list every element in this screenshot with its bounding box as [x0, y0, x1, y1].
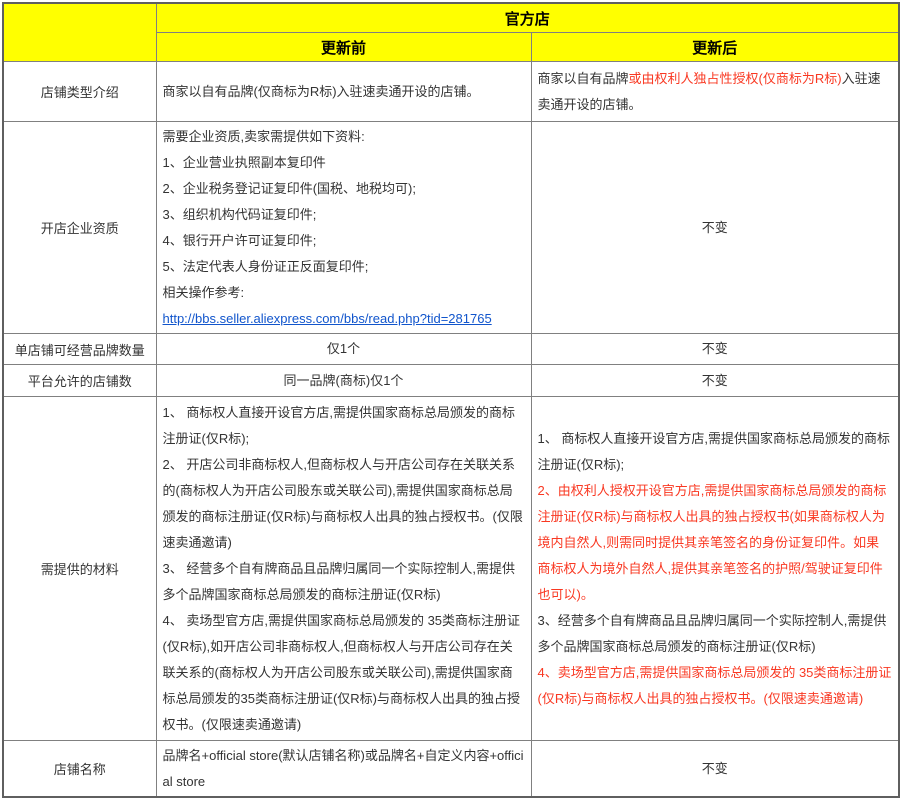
- row-label: 平台允许的店铺数: [2, 364, 157, 397]
- store-policy-table: 官方店 更新前 更新后 店铺类型介绍 商家以自有品牌(仅商标为R标)入驻速卖通开设…: [2, 2, 900, 798]
- cell-after: 不变: [530, 740, 900, 798]
- comparison-table: 官方店 更新前 更新后 店铺类型介绍 商家以自有品牌(仅商标为R标)入驻速卖通开设…: [0, 0, 900, 800]
- cell-text: 商家以自有品牌: [537, 70, 629, 86]
- cell-text: 1、 商标权人直接开设官方店,需提供国家商标总局颁发的商标注册证(仅R标);: [162, 404, 515, 446]
- cell-after: 商家以自有品牌或由权利人独占性授权(仅商标为R标)入驻速卖通开设的店铺。: [530, 61, 900, 122]
- cell-after: 不变: [530, 364, 900, 397]
- cell-text: 2、 开店公司非商标权人,但商标权人与开店公司存在关联关系的(商标权人为开店公司…: [162, 456, 523, 550]
- header-row-title: 官方店: [2, 2, 900, 62]
- changed-text: 2、由权利人授权开设官方店,需提供国家商标总局颁发的商标注册证(仅R标)与商标权…: [537, 482, 887, 602]
- cell-text: 品牌名+official store(默认店铺名称)或品牌名+自定义内容+off…: [162, 747, 524, 789]
- cell-text: 不变: [701, 219, 728, 235]
- table-row: 平台允许的店铺数 同一品牌(商标)仅1个 不变: [2, 364, 900, 397]
- table-row: 店铺类型介绍 商家以自有品牌(仅商标为R标)入驻速卖通开设的店铺。 商家以自有品牌或…: [2, 61, 900, 122]
- cell-before: 同一品牌(商标)仅1个: [155, 364, 532, 397]
- cell-text: 3、组织机构代码证复印件;: [162, 206, 317, 222]
- cell-before: 商家以自有品牌(仅商标为R标)入驻速卖通开设的店铺。: [155, 61, 532, 122]
- row-label: 店铺名称: [2, 740, 157, 798]
- cell-text: 商家以自有品牌(仅商标为R标)入驻速卖通开设的店铺。: [162, 83, 480, 99]
- cell-text: 3、经营多个自有牌商品且品牌归属同一个实际控制人,需提供多个品牌国家商标总局颁发…: [537, 612, 887, 654]
- changed-text: 或由权利人独占性授权(仅商标为R标): [628, 70, 842, 86]
- cell-text: 5、法定代表人身份证正反面复印件;: [162, 258, 369, 274]
- row-label: 需提供的材料: [2, 396, 157, 741]
- cell-text: 3、 经营多个自有牌商品且品牌归属同一个实际控制人,需提供多个品牌国家商标总局颁…: [162, 560, 515, 602]
- cell-text: 2、企业税务登记证复印件(国税、地税均可);: [162, 180, 417, 196]
- cell-before: 仅1个: [155, 333, 532, 365]
- cell-after: 不变: [530, 333, 900, 365]
- cell-text: 需要企业资质,卖家需提供如下资料:: [162, 128, 365, 144]
- aliexpress-bbs-link[interactable]: http://bbs.seller.aliexpress.com/bbs/rea…: [163, 311, 492, 326]
- table-row: 需提供的材料 1、 商标权人直接开设官方店,需提供国家商标总局颁发的商标注册证(仅…: [2, 396, 900, 741]
- cell-text: 4、 卖场型官方店,需提供国家商标总局颁发的 35类商标注册证(仅R标),如开店…: [162, 612, 521, 732]
- cell-text: 相关操作参考:: [162, 284, 245, 300]
- cell-before: 1、 商标权人直接开设官方店,需提供国家商标总局颁发的商标注册证(仅R标); 2、…: [155, 396, 532, 741]
- row-label: 店铺类型介绍: [2, 61, 157, 122]
- cell-text: 4、银行开户许可证复印件;: [162, 232, 317, 248]
- col-header-before: 更新前: [155, 32, 532, 62]
- cell-before: 需要企业资质,卖家需提供如下资料: 1、企业营业执照副本复印件 2、企业税务登记证复…: [155, 121, 532, 334]
- table-row: 单店铺可经营品牌数量 仅1个 不变: [2, 333, 900, 365]
- row-label: 单店铺可经营品牌数量: [2, 333, 157, 365]
- table-row: 店铺名称 品牌名+official store(默认店铺名称)或品牌名+自定义内容…: [2, 740, 900, 798]
- table-title: 官方店: [155, 2, 900, 33]
- col-header-after: 更新后: [530, 32, 900, 62]
- corner-cell: [2, 2, 157, 62]
- table-row: 开店企业资质 需要企业资质,卖家需提供如下资料: 1、企业营业执照副本复印件 2、企业…: [2, 121, 900, 334]
- cell-after: 1、 商标权人直接开设官方店,需提供国家商标总局颁发的商标注册证(仅R标); 2、…: [530, 396, 900, 741]
- cell-text: 不变: [701, 341, 728, 356]
- cell-after: 不变: [530, 121, 900, 334]
- cell-text: 不变: [701, 372, 728, 388]
- cell-text: 1、 商标权人直接开设官方店,需提供国家商标总局颁发的商标注册证(仅R标);: [537, 430, 890, 472]
- cell-text: 仅1个: [326, 341, 361, 356]
- changed-text: 4、卖场型官方店,需提供国家商标总局颁发的 35类商标注册证(仅R标)与商标权人…: [537, 664, 892, 706]
- cell-text: 不变: [701, 760, 728, 776]
- cell-text: 1、企业营业执照副本复印件: [162, 154, 326, 170]
- row-label: 开店企业资质: [2, 121, 157, 334]
- cell-before: 品牌名+official store(默认店铺名称)或品牌名+自定义内容+off…: [155, 740, 532, 798]
- cell-text: 同一品牌(商标)仅1个: [283, 372, 404, 388]
